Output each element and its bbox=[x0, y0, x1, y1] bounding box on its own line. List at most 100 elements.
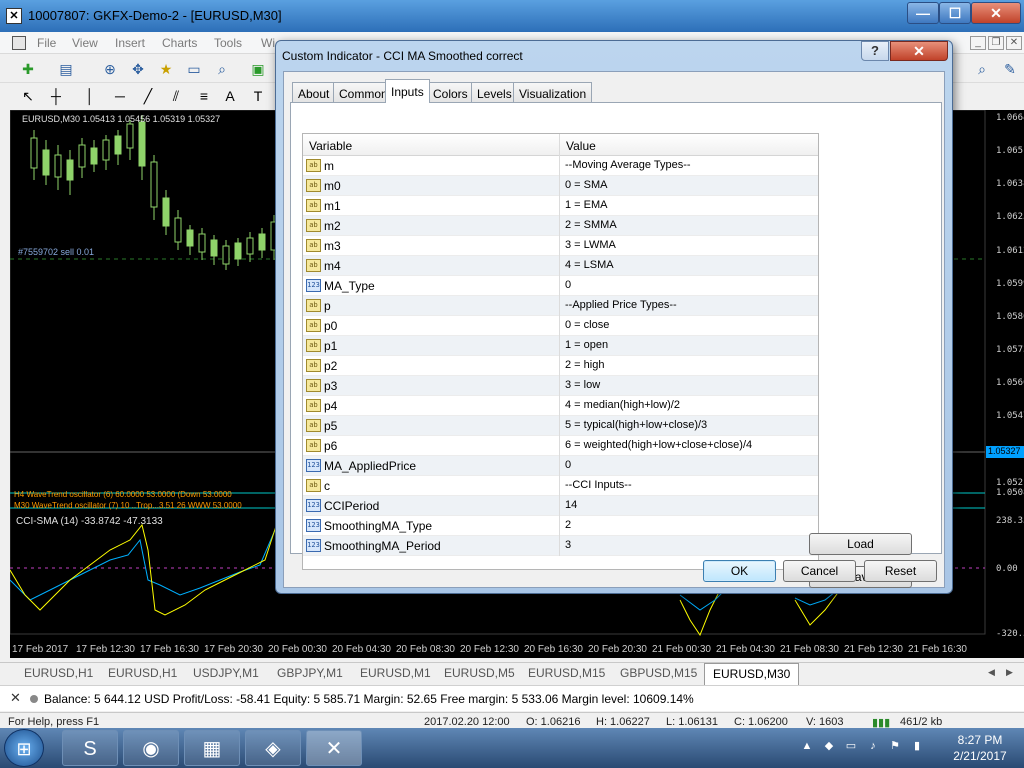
header-divider[interactable] bbox=[559, 134, 560, 156]
tab-scroll-left-icon[interactable]: ◀ bbox=[988, 667, 995, 678]
minimize-button[interactable]: — bbox=[907, 2, 939, 24]
menu-file[interactable]: File bbox=[37, 36, 56, 50]
table-row[interactable]: 123 CCIPeriod 14 bbox=[303, 496, 818, 516]
tab-levels[interactable]: Levels bbox=[471, 82, 518, 102]
channel-icon[interactable]: ⫽ bbox=[166, 86, 186, 106]
signal-icon[interactable]: ▮ bbox=[910, 739, 924, 753]
search-icon[interactable]: ⌕ bbox=[972, 59, 992, 79]
volume-icon[interactable]: ♪ bbox=[866, 739, 880, 753]
load-button[interactable]: Load bbox=[809, 533, 912, 555]
mdi-minimize-icon[interactable]: _ bbox=[970, 36, 986, 50]
tab-visualization[interactable]: Visualization bbox=[513, 82, 593, 102]
table-row[interactable]: ab p4 4 = median(high+low)/2 bbox=[303, 396, 818, 416]
close-terminal-icon[interactable]: ✕ bbox=[10, 690, 21, 706]
table-row[interactable]: ab p3 3 = low bbox=[303, 376, 818, 396]
trendline-icon[interactable]: ╱ bbox=[138, 86, 158, 106]
tab-eurusd-m15[interactable]: EURUSD,M15 bbox=[528, 666, 605, 680]
tab-colors[interactable]: Colors bbox=[427, 82, 474, 102]
start-button[interactable]: ⊞ bbox=[4, 729, 44, 767]
tab-eurusd-h1[interactable]: EURUSD,H1 bbox=[108, 666, 177, 680]
terminal-icon[interactable]: ▭ bbox=[184, 59, 204, 79]
profiles-icon[interactable]: ▤ bbox=[56, 59, 76, 79]
variable-value[interactable]: 4 = median(high+low)/2 bbox=[565, 399, 680, 411]
variable-value[interactable]: 0 bbox=[565, 459, 571, 471]
tab-eurusd-h1[interactable]: EURUSD,H1 bbox=[24, 666, 93, 680]
variable-value[interactable]: --Applied Price Types-- bbox=[565, 299, 677, 311]
fibonacci-icon[interactable]: ≡ bbox=[194, 86, 214, 106]
variable-value[interactable]: 1 = open bbox=[565, 339, 608, 351]
strategy-tester-icon[interactable]: ⌕ bbox=[212, 59, 232, 79]
menu-view[interactable]: View bbox=[72, 36, 98, 50]
navigator-icon[interactable]: ✥ bbox=[128, 59, 148, 79]
order-label[interactable]: #7559702 sell 0.01 bbox=[18, 247, 94, 257]
market-watch-icon[interactable]: ⊕ bbox=[100, 59, 120, 79]
table-row[interactable]: ab m4 4 = LSMA bbox=[303, 256, 818, 276]
reset-button[interactable]: Reset bbox=[864, 560, 937, 582]
table-row[interactable]: 123 SmoothingMA_Type 2 bbox=[303, 516, 818, 536]
variable-value[interactable]: 3 = LWMA bbox=[565, 239, 616, 251]
variable-value[interactable]: 3 bbox=[565, 539, 571, 551]
table-row[interactable]: ab p6 6 = weighted(high+low+close+close)/4 bbox=[303, 436, 818, 456]
variable-value[interactable]: 0 = SMA bbox=[565, 179, 608, 191]
tab-eurusd-m30[interactable]: EURUSD,M30 bbox=[704, 663, 800, 685]
header-value[interactable]: Value bbox=[566, 139, 596, 153]
tab-scroll-right-icon[interactable]: ▶ bbox=[1006, 667, 1013, 678]
variable-value[interactable]: 5 = typical(high+low+close)/3 bbox=[565, 419, 707, 431]
menu-window[interactable]: Wi bbox=[261, 36, 275, 50]
table-row[interactable]: ab m3 3 = LWMA bbox=[303, 236, 818, 256]
menu-charts[interactable]: Charts bbox=[162, 36, 197, 50]
table-row[interactable]: ab m --Moving Average Types-- bbox=[303, 156, 818, 176]
new-chart-icon[interactable]: ✚ bbox=[18, 59, 38, 79]
variable-value[interactable]: 2 = high bbox=[565, 359, 604, 371]
tab-inputs[interactable]: Inputs bbox=[385, 79, 430, 103]
community-icon[interactable]: ✎ bbox=[1000, 59, 1020, 79]
document-icon[interactable] bbox=[12, 36, 26, 50]
favorites-icon[interactable]: ★ bbox=[156, 59, 176, 79]
menu-insert[interactable]: Insert bbox=[115, 36, 145, 50]
maximize-button[interactable]: ☐ bbox=[939, 2, 971, 24]
text-icon[interactable]: A bbox=[220, 86, 240, 106]
battery-icon[interactable]: ▭ bbox=[844, 739, 858, 753]
cancel-button[interactable]: Cancel bbox=[783, 560, 856, 582]
variable-value[interactable]: 0 = close bbox=[565, 319, 609, 331]
tab-gbpusd-m15[interactable]: GBPUSD,M15 bbox=[620, 666, 697, 680]
table-row[interactable]: ab p --Applied Price Types-- bbox=[303, 296, 818, 316]
table-row[interactable]: 123 MA_Type 0 bbox=[303, 276, 818, 296]
new-order-icon[interactable]: ▣ bbox=[248, 59, 268, 79]
variable-value[interactable]: 2 = SMMA bbox=[565, 219, 617, 231]
close-button[interactable]: ✕ bbox=[971, 2, 1021, 24]
menu-tools[interactable]: Tools bbox=[214, 36, 242, 50]
variable-value[interactable]: 14 bbox=[565, 499, 577, 511]
skype-icon[interactable]: S bbox=[62, 730, 118, 766]
tab-about[interactable]: About bbox=[292, 82, 336, 102]
label-icon[interactable]: T bbox=[248, 86, 268, 106]
vertical-line-icon[interactable]: │ bbox=[80, 86, 100, 106]
table-row[interactable]: ab p0 0 = close bbox=[303, 316, 818, 336]
variable-value[interactable]: 1 = EMA bbox=[565, 199, 608, 211]
crosshair-icon[interactable]: ┼ bbox=[46, 86, 66, 106]
dialog-close-button[interactable]: ✕ bbox=[890, 41, 948, 61]
metatrader-icon[interactable]: ✕ bbox=[306, 730, 362, 766]
horizontal-line-icon[interactable]: ─ bbox=[110, 86, 130, 106]
firefox-icon[interactable]: ◉ bbox=[123, 730, 179, 766]
variable-value[interactable]: --Moving Average Types-- bbox=[565, 159, 691, 171]
mdi-close-icon[interactable]: ✕ bbox=[1006, 36, 1022, 50]
table-row[interactable]: 123 SmoothingMA_Period 3 bbox=[303, 536, 818, 556]
header-variable[interactable]: Variable bbox=[309, 139, 352, 153]
table-row[interactable]: ab c --CCI Inputs-- bbox=[303, 476, 818, 496]
variable-value[interactable]: 6 = weighted(high+low+close+close)/4 bbox=[565, 439, 752, 451]
mdi-restore-icon[interactable]: ❐ bbox=[988, 36, 1004, 50]
variable-value[interactable]: 4 = LSMA bbox=[565, 259, 614, 271]
variable-value[interactable]: --CCI Inputs-- bbox=[565, 479, 632, 491]
variable-value[interactable]: 3 = low bbox=[565, 379, 600, 391]
help-button[interactable]: ? bbox=[861, 41, 889, 61]
clock[interactable]: 8:27 PM 2/21/2017 bbox=[940, 732, 1020, 764]
tray-icon[interactable]: ◆ bbox=[822, 739, 836, 753]
variable-value[interactable]: 2 bbox=[565, 519, 571, 531]
table-row[interactable]: ab p2 2 = high bbox=[303, 356, 818, 376]
network-tray-icon[interactable]: ▲ bbox=[800, 739, 814, 753]
table-row[interactable]: ab m1 1 = EMA bbox=[303, 196, 818, 216]
variable-value[interactable]: 0 bbox=[565, 279, 571, 291]
tab-gbpjpy-m1[interactable]: GBPJPY,M1 bbox=[277, 666, 343, 680]
flag-icon[interactable]: ⚑ bbox=[888, 739, 902, 753]
